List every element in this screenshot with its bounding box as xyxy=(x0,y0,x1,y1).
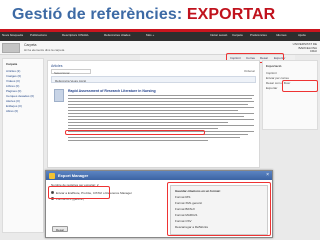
slide-title-main: Gestió de referències: xyxy=(12,6,187,23)
nav-item-help[interactable]: Ajuda xyxy=(298,33,306,37)
result-record: Rapid Assessment of Research Literature … xyxy=(54,89,256,157)
top-navbar: Nova búsqueda Publicacions Descriptors C… xyxy=(0,32,320,41)
sidebar-item-other[interactable]: Altres (0) xyxy=(6,109,18,113)
sidebar-item-saved-searches[interactable]: Cerques desades (0) xyxy=(6,94,34,98)
highlight-format-box xyxy=(167,182,271,236)
nav-item-cited-refs[interactable]: Referències citades xyxy=(104,33,130,37)
export-side-panel: Exportació Imprimir Enviar per correu De… xyxy=(262,60,318,130)
ebsco-logo xyxy=(2,43,20,53)
select-label: Seleccionar xyxy=(54,70,70,75)
save-button[interactable]: Desar xyxy=(52,226,68,232)
dialog-header: Export Manager × xyxy=(46,171,272,180)
nav-item-folder[interactable]: Carpeta xyxy=(232,33,243,37)
sidebar-item-articles[interactable]: Articles (2) xyxy=(6,69,20,73)
record-text-line xyxy=(68,125,254,127)
record-text-line xyxy=(68,104,248,106)
sidebar-item-images[interactable]: Imatges (0) xyxy=(6,74,21,78)
institution-info: UNIVERSITAT DE BARCELONA CRAI xyxy=(263,42,317,54)
record-text-line xyxy=(68,119,254,121)
save-button-label: Desar xyxy=(56,228,65,232)
nav-item-sign-in[interactable]: Iniciar sessió xyxy=(210,33,227,37)
highlight-export-option xyxy=(48,186,110,199)
nav-item-descriptors[interactable]: Descriptors CINAHL xyxy=(62,33,89,37)
record-text-line xyxy=(68,113,254,115)
side-panel-header: Exportació xyxy=(266,64,282,68)
filter-label: Referència Veure Acció xyxy=(55,78,87,83)
nav-item-preferences[interactable]: Preferències xyxy=(250,33,267,37)
folder-sidebar: Carpeta Articles (2) Imatges (0) Vídeos … xyxy=(2,58,44,233)
dialog-title: Export Manager xyxy=(58,173,89,178)
filter-bar: Referència Veure Acció xyxy=(51,76,256,83)
close-icon[interactable]: × xyxy=(266,172,269,178)
nav-item-languages[interactable]: Idiomes xyxy=(276,33,287,37)
record-text-line xyxy=(68,98,252,100)
main-header: Articles xyxy=(51,64,63,68)
record-thumbnail xyxy=(54,89,64,102)
folder-main-panel: Articles Seleccionar Ordenar Referència … xyxy=(47,60,260,168)
folder-title: Carpeta xyxy=(24,43,37,47)
highlight-side-export xyxy=(282,80,318,92)
slide-title-accent: EXPORTAR xyxy=(186,6,276,23)
sort-control[interactable]: Ordenar xyxy=(244,69,255,73)
folder-subtitle: Hi ha elements dins la carpeta xyxy=(24,48,65,52)
record-text-line xyxy=(68,122,228,124)
side-export-link[interactable]: Exportar xyxy=(266,86,277,90)
record-text-line xyxy=(68,107,254,109)
nav-item-new-search[interactable]: Nova búsqueda xyxy=(2,33,23,37)
record-text-line xyxy=(68,101,254,103)
sidebar-item-links[interactable]: Enllaços (0) xyxy=(6,104,22,108)
nav-item-more[interactable]: Més + xyxy=(146,33,154,37)
side-print-link[interactable]: Imprimir xyxy=(266,71,277,75)
select-dropdown[interactable]: Seleccionar xyxy=(51,69,91,75)
record-text-line xyxy=(68,140,208,142)
sidebar-item-books[interactable]: Llibres (0) xyxy=(6,84,19,88)
slide-title-bar: Gestió de referències: EXPORTAR xyxy=(0,0,320,30)
record-text-line xyxy=(68,116,244,118)
sidebar-header: Carpeta xyxy=(6,62,18,66)
sidebar-item-videos[interactable]: Vídeos (0) xyxy=(6,79,20,83)
nav-item-publications[interactable]: Publicacions xyxy=(30,33,47,37)
slide-title: Gestió de referències: EXPORTAR xyxy=(12,6,275,24)
highlight-record xyxy=(65,130,205,135)
sidebar-item-alerts[interactable]: Alertes (0) xyxy=(6,99,20,103)
record-text-line xyxy=(68,95,254,97)
export-icon xyxy=(49,172,55,179)
record-title-link[interactable]: Rapid Assessment of Research Literature … xyxy=(68,89,156,93)
record-text-line xyxy=(68,110,238,112)
record-text-line xyxy=(68,137,240,139)
sidebar-item-pages[interactable]: Pàgines (0) xyxy=(6,89,21,93)
